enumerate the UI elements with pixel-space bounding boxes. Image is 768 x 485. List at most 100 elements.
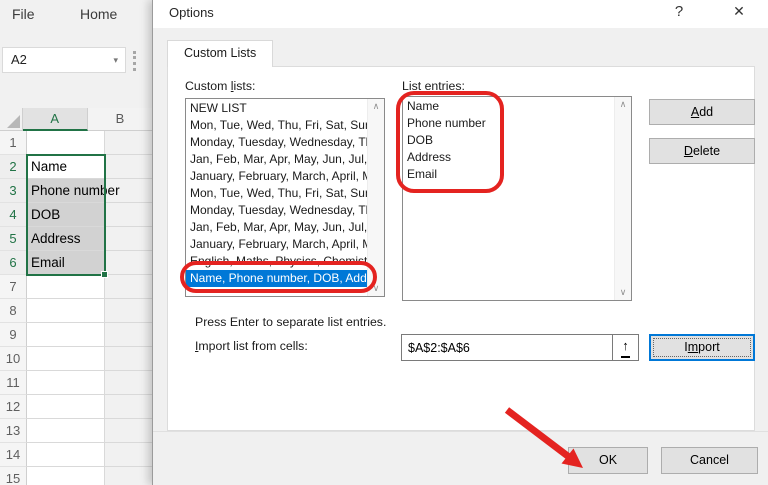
list-entry-item[interactable]: Email: [403, 166, 614, 183]
cell-b[interactable]: [105, 203, 153, 227]
row-header[interactable]: 15: [0, 467, 27, 485]
column-header-b[interactable]: B: [88, 108, 153, 131]
custom-list-item[interactable]: Jan, Feb, Mar, Apr, May, Jun, Jul, Au: [186, 219, 367, 236]
select-all-corner[interactable]: [0, 108, 23, 131]
custom-list-item[interactable]: January, February, March, April, M: [186, 168, 367, 185]
delete-button[interactable]: Delete: [649, 138, 755, 164]
custom-list-item[interactable]: Monday, Tuesday, Wednesday, Thu: [186, 134, 367, 151]
cell-a[interactable]: Phone number: [27, 179, 105, 203]
cell-a[interactable]: [27, 419, 105, 443]
scroll-up-icon[interactable]: ∧: [620, 100, 627, 109]
cell-a[interactable]: Email: [27, 251, 105, 275]
cell-a[interactable]: [27, 347, 105, 371]
custom-list-item[interactable]: Mon, Tue, Wed, Thu, Fri, Sat, Sun: [186, 117, 367, 134]
ok-button[interactable]: OK: [568, 447, 648, 474]
row-header[interactable]: 12: [0, 395, 27, 419]
list-entry-item[interactable]: Address: [403, 149, 614, 166]
row-header[interactable]: 7: [0, 275, 27, 299]
cell-a[interactable]: [27, 131, 105, 155]
custom-list-item[interactable]: NEW LIST: [186, 100, 367, 117]
name-box[interactable]: A2 ▾: [2, 47, 126, 73]
custom-list-item[interactable]: Jan, Feb, Mar, Apr, May, Jun, Jul, Au: [186, 151, 367, 168]
close-icon[interactable]: ✕: [725, 3, 753, 20]
grid-row: 8: [0, 299, 153, 323]
grid-row: 15: [0, 467, 153, 485]
cell-b[interactable]: [105, 155, 153, 179]
custom-list-item[interactable]: January, February, March, April, M: [186, 236, 367, 253]
list-entries-scrollbar[interactable]: ∧ ∨: [614, 97, 631, 300]
ribbon-tab-file[interactable]: File: [12, 6, 35, 22]
cell-a[interactable]: [27, 443, 105, 467]
cell-a[interactable]: [27, 275, 105, 299]
cell-b[interactable]: [105, 131, 153, 155]
scroll-down-icon[interactable]: ∨: [620, 288, 627, 297]
column-header-a[interactable]: A: [23, 108, 88, 131]
cell-b[interactable]: [105, 443, 153, 467]
cell-a[interactable]: Address: [27, 227, 105, 251]
grid-row: 11: [0, 371, 153, 395]
tab-custom-lists[interactable]: Custom Lists: [167, 40, 273, 67]
custom-lists-listbox[interactable]: NEW LISTMon, Tue, Wed, Thu, Fri, Sat, Su…: [185, 98, 385, 297]
grid-row: 9: [0, 323, 153, 347]
cell-b[interactable]: [105, 467, 153, 485]
cell-a[interactable]: [27, 467, 105, 485]
scroll-up-icon[interactable]: ∧: [373, 102, 380, 111]
collapse-dialog-icon: ↑: [621, 336, 630, 358]
list-entries-items: NamePhone numberDOBAddressEmail: [403, 98, 614, 300]
row-header[interactable]: 13: [0, 419, 27, 443]
cell-b[interactable]: [105, 371, 153, 395]
list-entries-listbox[interactable]: NamePhone numberDOBAddressEmail ∧ ∨: [402, 96, 632, 301]
cell-b[interactable]: [105, 347, 153, 371]
row-header[interactable]: 9: [0, 323, 27, 347]
list-entry-item[interactable]: Phone number: [403, 115, 614, 132]
cell-b[interactable]: [105, 395, 153, 419]
collapse-dialog-button[interactable]: ↑: [613, 334, 639, 361]
custom-list-item[interactable]: Monday, Tuesday, Wednesday, Thu: [186, 202, 367, 219]
options-dialog: Options ? ✕ Custom Lists Custom lists: L…: [152, 0, 768, 485]
custom-list-item[interactable]: Name, Phone number, DOB, Addre: [186, 270, 367, 287]
cell-a[interactable]: [27, 395, 105, 419]
grid-row: 14: [0, 443, 153, 467]
select-all-triangle-icon: [7, 115, 20, 128]
cell-b[interactable]: [105, 251, 153, 275]
dialog-title: Options: [169, 5, 214, 20]
row-header[interactable]: 6: [0, 251, 27, 275]
help-icon[interactable]: ?: [665, 3, 693, 20]
import-button[interactable]: Import: [649, 334, 755, 361]
row-header[interactable]: 3: [0, 179, 27, 203]
custom-lists-scrollbar[interactable]: ∧ ∨: [367, 99, 384, 296]
cell-b[interactable]: [105, 419, 153, 443]
cell-b[interactable]: [105, 227, 153, 251]
row-header[interactable]: 2: [0, 155, 27, 179]
row-header[interactable]: 4: [0, 203, 27, 227]
import-cells-input[interactable]: [401, 334, 613, 361]
scroll-down-icon[interactable]: ∨: [373, 284, 380, 293]
row-header[interactable]: 11: [0, 371, 27, 395]
cell-a[interactable]: DOB: [27, 203, 105, 227]
cell-a[interactable]: Name: [27, 155, 105, 179]
row-header[interactable]: 5: [0, 227, 27, 251]
excel-window: File Home A2 ▾ A B 12Name3Phone number4D…: [0, 0, 153, 485]
cell-a[interactable]: [27, 299, 105, 323]
ribbon-tab-home[interactable]: Home: [80, 6, 117, 22]
cell-a[interactable]: [27, 323, 105, 347]
grid-row: 3Phone number: [0, 179, 153, 203]
custom-list-item[interactable]: English, Maths, Physics, Chemistry: [186, 253, 367, 270]
press-enter-hint: Press Enter to separate list entries.: [195, 315, 386, 329]
cell-a[interactable]: [27, 371, 105, 395]
cell-b[interactable]: [105, 323, 153, 347]
row-header[interactable]: 8: [0, 299, 27, 323]
row-header[interactable]: 10: [0, 347, 27, 371]
cell-b[interactable]: [105, 299, 153, 323]
list-entry-item[interactable]: DOB: [403, 132, 614, 149]
cell-b[interactable]: [105, 275, 153, 299]
add-button[interactable]: Add: [649, 99, 755, 125]
cancel-button[interactable]: Cancel: [661, 447, 758, 474]
row-header[interactable]: 1: [0, 131, 27, 155]
chevron-down-icon[interactable]: ▾: [113, 48, 118, 72]
custom-list-item[interactable]: Mon, Tue, Wed, Thu, Fri, Sat, Sun: [186, 185, 367, 202]
row-header[interactable]: 14: [0, 443, 27, 467]
list-entry-item[interactable]: Name: [403, 98, 614, 115]
name-box-value: A2: [11, 52, 27, 67]
grid-row: 2Name: [0, 155, 153, 179]
